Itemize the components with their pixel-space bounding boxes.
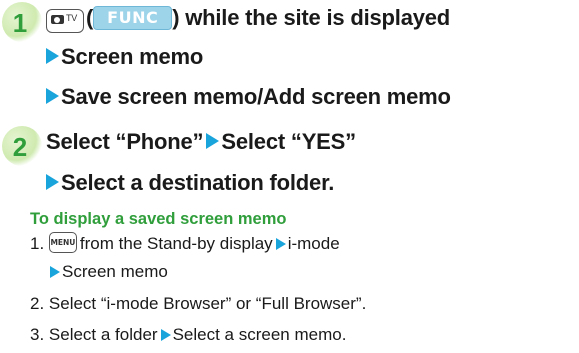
step-1-line-3: Save screen memo/Add screen memo xyxy=(46,84,451,110)
right-triangle-icon xyxy=(50,265,60,278)
right-triangle-icon xyxy=(46,88,59,105)
menu-save-screen-memo: Save screen memo/Add screen memo xyxy=(61,84,451,109)
select-destination-folder: Select a destination folder. xyxy=(61,170,335,195)
func-key-icon: FUNC xyxy=(93,6,173,31)
right-triangle-icon xyxy=(275,237,286,250)
right-triangle-icon xyxy=(46,174,59,191)
item-3-select-memo: Select a screen memo. xyxy=(172,325,347,344)
saved-memo-heading: To display a saved screen memo xyxy=(30,210,287,228)
paren-open: ( xyxy=(86,5,94,30)
item-number: 1. xyxy=(30,234,45,253)
step-2-line-1: Select “Phone” Select “YES” xyxy=(46,129,356,155)
camera-tv-key-icon: TV xyxy=(46,9,84,34)
list-item-1-cont: Screen memo xyxy=(50,262,168,282)
right-triangle-icon xyxy=(160,328,171,341)
select-phone: Select “Phone” xyxy=(46,129,204,154)
menu-key-icon: MENU xyxy=(48,232,77,254)
item-2-text: 2. Select “i-mode Browser” or “Full Brow… xyxy=(30,294,367,313)
list-item-2: 2. Select “i-mode Browser” or “Full Brow… xyxy=(30,294,366,314)
item-3-text: 3. Select a folder xyxy=(30,325,158,344)
step-number-badge: 2 xyxy=(2,126,42,166)
step-1-line-2: Screen memo xyxy=(46,44,203,70)
item-1-screen-memo: Screen memo xyxy=(62,262,168,281)
item-1-text: from the Stand-by display xyxy=(79,234,273,253)
step-1-text: ) while the site is displayed xyxy=(172,5,451,30)
item-1-imode: i-mode xyxy=(287,234,340,253)
step-2-line-2: Select a destination folder. xyxy=(46,170,334,196)
right-triangle-icon xyxy=(46,48,59,65)
select-yes: Select “YES” xyxy=(221,129,356,154)
step-number: 1 xyxy=(12,8,28,38)
list-item-1: 1. MENU from the Stand-by display i-mode xyxy=(30,232,340,255)
menu-screen-memo: Screen memo xyxy=(61,44,204,69)
step-number: 2 xyxy=(12,132,28,162)
list-item-3: 3. Select a folder Select a screen memo. xyxy=(30,325,346,345)
step-1-line-1: TV(FUNC) while the site is displayed xyxy=(46,5,451,34)
step-number-badge: 1 xyxy=(2,2,42,42)
right-triangle-icon xyxy=(206,133,220,150)
